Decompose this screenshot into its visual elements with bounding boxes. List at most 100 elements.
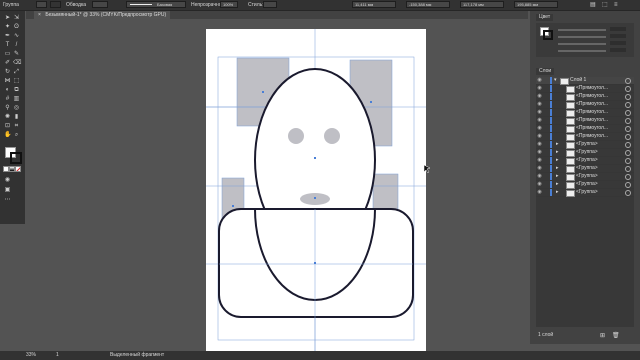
layer-row[interactable]: ◉ ▸ <Группа> [536,181,634,189]
expand-chevron-icon[interactable]: ▸ [556,158,559,163]
line-tool-icon[interactable]: / [13,42,20,48]
align-icon[interactable]: ▤ [590,2,596,8]
target-circle-icon[interactable] [625,134,631,140]
eraser-tool-icon[interactable]: ⌫ [13,60,21,66]
layer-row[interactable]: ◉ ▸ <Группа> [536,165,634,173]
draw-mode-icon[interactable]: ◉ [4,177,11,183]
stroke-weight-field[interactable] [92,1,108,8]
screen-mode-icon[interactable]: ▣ [4,187,11,193]
stroke-label[interactable]: Обводка [66,2,86,8]
visibility-eye-icon[interactable]: ◉ [536,78,543,83]
blend-tool-icon[interactable]: ◎ [13,105,20,111]
curvature-tool-icon[interactable]: ∿ [13,33,20,39]
lasso-tool-icon[interactable]: ʘ [13,24,20,30]
hand-tool-icon[interactable]: ✋ [4,132,11,138]
mesh-tool-icon[interactable]: # [4,96,11,102]
expand-chevron-icon[interactable]: ▸ [556,174,559,179]
stroke-swatch[interactable] [50,1,61,8]
document-tab-close[interactable]: × [38,12,41,18]
target-circle-icon[interactable] [625,110,631,116]
canvas[interactable] [26,19,528,351]
expand-chevron-icon[interactable]: ▸ [556,166,559,171]
type-tool-icon[interactable]: T [4,42,11,48]
perspective-grid-tool-icon[interactable]: ⧉ [13,87,20,93]
target-circle-icon[interactable] [625,78,631,84]
menu-icon[interactable]: ≡ [614,2,618,8]
scale-tool-icon[interactable]: ⤢ [13,69,20,75]
target-circle-icon[interactable] [625,182,631,188]
layer-row[interactable]: ◉ <Прямоугол... [536,117,634,125]
shaper-tool-icon[interactable]: ✐ [4,60,11,66]
layer-row[interactable]: ◉ ▸ <Группа> [536,173,634,181]
target-circle-icon[interactable] [625,174,631,180]
zoom-level[interactable]: 33% [26,353,36,358]
visibility-eye-icon[interactable]: ◉ [536,182,543,187]
width-tool-icon[interactable]: ⋈ [4,78,11,84]
target-circle-icon[interactable] [625,118,631,124]
color-slider-c[interactable] [558,29,606,31]
zoom-tool-icon[interactable]: ⌕ [13,132,20,138]
expand-chevron-icon[interactable]: ▸ [556,182,559,187]
target-circle-icon[interactable] [625,142,631,148]
target-circle-icon[interactable] [625,166,631,172]
layer-row[interactable]: ◉ <Прямоугол... [536,125,634,133]
target-circle-icon[interactable] [625,86,631,92]
selection-tool-icon[interactable]: ➤ [4,15,11,21]
x-field[interactable]: 11,411 мм [352,1,396,8]
bottom-right-rectangle[interactable] [373,174,398,209]
delete-layer-icon[interactable]: 🗑 [612,332,620,339]
artboard-number[interactable]: 1 [56,353,59,358]
artboard-tool-icon[interactable]: ⊡ [4,123,11,129]
color-slider-k[interactable] [558,50,606,52]
right-eye[interactable] [324,128,340,144]
y-field[interactable]: -150,388 мм [406,1,450,8]
layer-row[interactable]: ◉ <Прямоугол... [536,85,634,93]
color-panel-tab[interactable]: Цвет [536,14,554,21]
color-slider-m[interactable] [558,36,606,38]
visibility-eye-icon[interactable]: ◉ [536,94,543,99]
gradient-tool-icon[interactable]: ▥ [13,96,20,102]
color-value-k[interactable] [610,48,626,52]
visibility-eye-icon[interactable]: ◉ [536,158,543,163]
visibility-eye-icon[interactable]: ◉ [536,110,543,115]
visibility-eye-icon[interactable]: ◉ [536,190,543,195]
layer-row[interactable]: ◉ ▸ <Группа> [536,141,634,149]
paintbrush-tool-icon[interactable]: ✎ [13,51,20,57]
direct-selection-tool-icon[interactable]: ⇲ [13,15,20,21]
color-value-y[interactable] [610,41,626,45]
panel-stroke-swatch[interactable] [543,30,553,40]
target-circle-icon[interactable] [625,190,631,196]
visibility-eye-icon[interactable]: ◉ [536,86,543,91]
w-field[interactable]: 117,178 мм [460,1,504,8]
fill-swatch[interactable] [36,1,47,8]
document-tab[interactable]: × Безымянный-1* @ 33% (CMYK/Предпросмотр… [34,11,171,19]
visibility-eye-icon[interactable]: ◉ [536,126,543,131]
symbol-sprayer-tool-icon[interactable]: ✺ [4,114,11,120]
stroke-color-swatch[interactable] [10,152,22,164]
slice-tool-icon[interactable]: ⌗ [13,123,20,129]
visibility-eye-icon[interactable]: ◉ [536,134,543,139]
visibility-eye-icon[interactable]: ◉ [536,142,543,147]
layer-row[interactable]: ◉ ▸ <Группа> [536,157,634,165]
visibility-eye-icon[interactable]: ◉ [536,102,543,107]
pen-tool-icon[interactable]: ✒ [4,33,11,39]
graph-tool-icon[interactable]: ▮ [13,114,20,120]
target-circle-icon[interactable] [625,126,631,132]
layer-row[interactable]: ◉ ▸ <Группа> [536,189,634,197]
target-circle-icon[interactable] [625,150,631,156]
target-circle-icon[interactable] [625,158,631,164]
brush-style-select[interactable]: Базовая [126,1,186,8]
expand-chevron-icon[interactable]: ▸ [556,150,559,155]
visibility-eye-icon[interactable]: ◉ [536,166,543,171]
expand-chevron-icon[interactable]: ▸ [556,142,559,147]
left-eye[interactable] [288,128,304,144]
visibility-eye-icon[interactable]: ◉ [536,118,543,123]
edit-toolbar-icon[interactable]: ⋯ [4,197,11,203]
layer-row-top[interactable]: ◉ ▾ Слой 1 [536,77,634,85]
layer-row[interactable]: ◉ <Прямоугол... [536,93,634,101]
rectangle-tool-icon[interactable]: ▭ [4,51,11,57]
eyedropper-tool-icon[interactable]: ⚲ [4,105,11,111]
free-transform-tool-icon[interactable]: ⬚ [13,78,20,84]
layer-row[interactable]: ◉ <Прямоугол... [536,133,634,141]
color-value-m[interactable] [610,34,626,38]
